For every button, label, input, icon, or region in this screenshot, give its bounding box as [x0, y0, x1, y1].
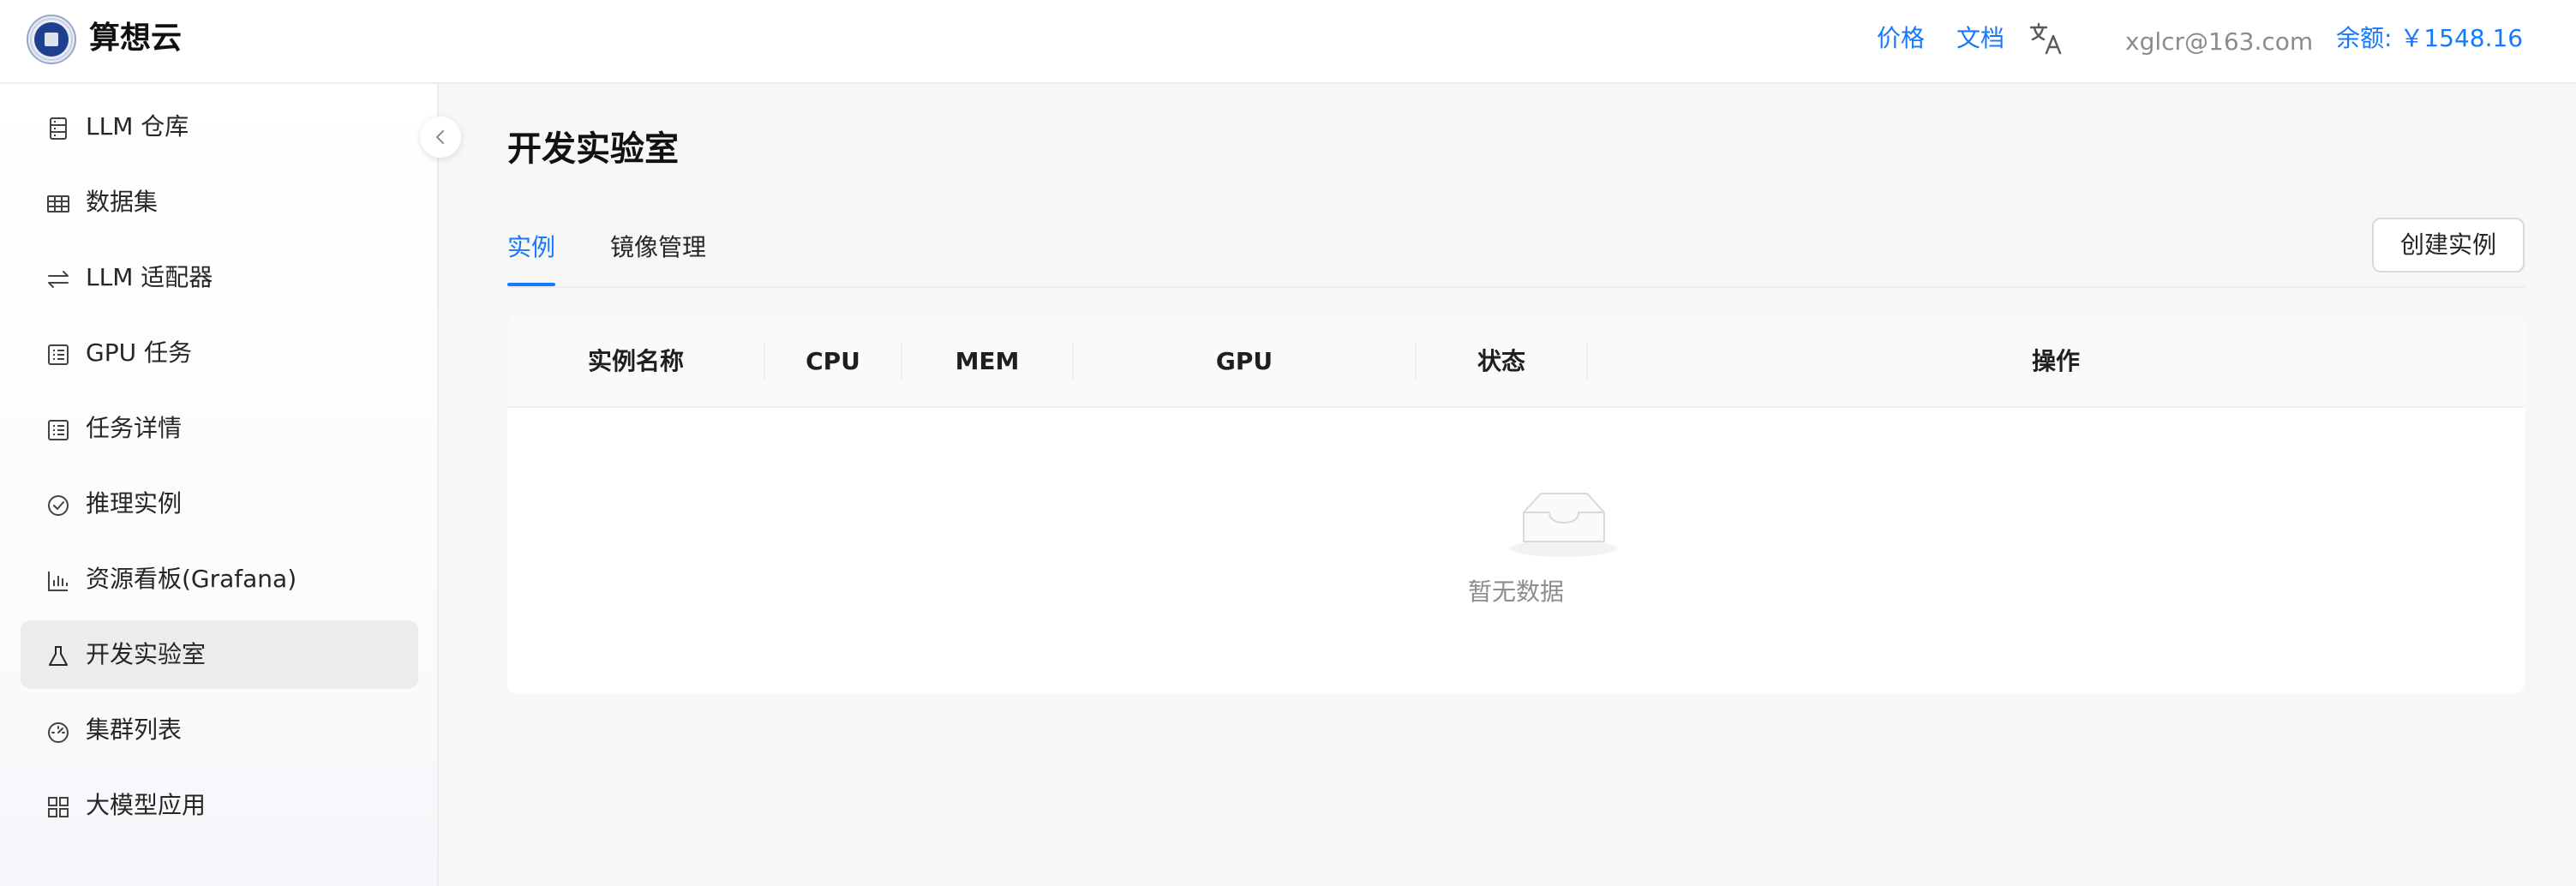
sidebar-item-label: 集群列表	[86, 715, 183, 744]
sidebar-item-grafana[interactable]: 资源看板(Grafana)	[21, 545, 418, 614]
chevron-left-icon	[436, 130, 444, 144]
tabs-divider	[507, 286, 2525, 288]
sidebar-item-label: GPU 任务	[86, 338, 192, 367]
sidebar-item-llm-repo[interactable]: LLM 仓库	[21, 93, 418, 161]
table-header: 实例名称 CPU MEM GPU 状态 操作	[507, 315, 2525, 408]
tab-instances[interactable]: 实例	[507, 230, 555, 266]
sidebar-item-dev-lab[interactable]: 开发实验室	[21, 620, 418, 689]
database-icon	[50, 117, 67, 140]
empty-inbox-icon	[1511, 493, 1617, 557]
sidebar-item-datasets[interactable]: 数据集	[21, 168, 418, 236]
sidebar-item-label: 大模型应用	[86, 791, 207, 819]
dashboard-icon	[48, 722, 69, 743]
column-header-cpu[interactable]: CPU	[764, 315, 902, 408]
translate-icon[interactable]	[2028, 21, 2064, 57]
column-header-gpu[interactable]: GPU	[1073, 315, 1416, 408]
account-balance[interactable]: 余额: ￥1548.16	[2336, 21, 2523, 57]
column-header-name[interactable]: 实例名称	[507, 315, 764, 408]
swap-icon	[48, 271, 69, 288]
column-header-mem[interactable]: MEM	[902, 315, 1073, 408]
instances-table: 实例名称 CPU MEM GPU 状态 操作 暂无数据	[507, 315, 2525, 694]
grid-icon	[48, 797, 69, 817]
price-link[interactable]: 价格	[1877, 21, 1925, 57]
tab-image-management[interactable]: 镜像管理	[610, 230, 706, 266]
docs-link[interactable]: 文档	[1956, 21, 2004, 57]
sidebar: LLM 仓库 数据集 LLM 适配器 GPU 任务 任务详情 推理实例 资源看板…	[0, 84, 439, 886]
flask-icon	[49, 646, 68, 666]
column-header-actions[interactable]: 操作	[1587, 315, 2525, 408]
empty-state-text: 暂无数据	[1467, 578, 1564, 606]
sidebar-item-label: 任务详情	[86, 414, 183, 442]
check-circle-icon	[48, 495, 69, 516]
sidebar-item-clusters[interactable]: 集群列表	[21, 696, 418, 764]
sidebar-item-inference[interactable]: 推理实例	[21, 470, 418, 538]
tab-active-indicator	[507, 283, 555, 286]
brand-logo-icon[interactable]	[26, 14, 77, 65]
list-icon	[48, 420, 69, 440]
brand-name[interactable]: 算想云	[89, 17, 182, 60]
column-header-status[interactable]: 状态	[1416, 315, 1587, 408]
list-icon	[48, 344, 69, 365]
create-instance-button[interactable]: 创建实例	[2372, 218, 2525, 272]
page-title: 开发实验室	[507, 129, 679, 169]
sidebar-item-label: 开发实验室	[86, 640, 207, 668]
sidebar-collapse-button[interactable]	[420, 117, 461, 158]
sidebar-item-label: LLM 仓库	[86, 112, 189, 141]
sidebar-item-label: 资源看板(Grafana)	[86, 565, 297, 593]
user-email[interactable]: xglcr@163.com	[2125, 24, 2313, 60]
top-header: 算想云 价格 文档 xglcr@163.com 余额: ￥1548.16	[0, 0, 2576, 84]
sidebar-item-label: LLM 适配器	[86, 263, 213, 291]
sidebar-item-task-details[interactable]: 任务详情	[21, 394, 418, 463]
table-icon	[47, 195, 69, 213]
sidebar-item-label: 数据集	[86, 188, 159, 216]
sidebar-item-llm-apps[interactable]: 大模型应用	[21, 771, 418, 840]
sidebar-item-llm-adapter[interactable]: LLM 适配器	[21, 243, 418, 312]
bar-chart-icon	[48, 572, 68, 591]
sidebar-item-label: 推理实例	[86, 489, 183, 518]
sidebar-item-gpu-tasks[interactable]: GPU 任务	[21, 319, 418, 387]
